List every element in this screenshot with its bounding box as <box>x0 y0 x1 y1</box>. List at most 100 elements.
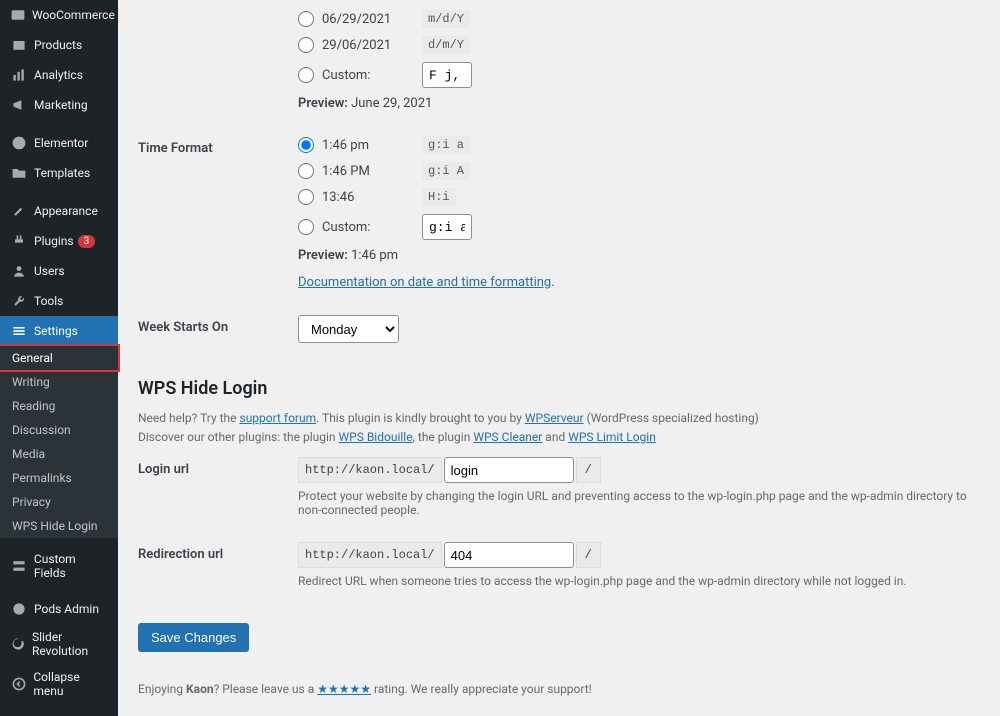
radio-label: 1:46 pm <box>322 138 422 153</box>
sidebar-item-collapse[interactable]: Collapse menu <box>0 664 118 704</box>
sidebar-item-label: Products <box>34 38 82 52</box>
submenu-writing[interactable]: Writing <box>0 370 118 394</box>
radio-label: 1:46 PM <box>322 164 422 179</box>
sidebar-item-label: Collapse menu <box>33 670 110 698</box>
time-format-custom[interactable]: Custom: <box>298 214 970 240</box>
date-format-option[interactable]: 29/06/2021d/m/Y <box>298 36 970 54</box>
support-forum-link[interactable]: support forum <box>240 411 317 425</box>
radio-label: 06/29/2021 <box>322 12 422 27</box>
sidebar-item-slider-revolution[interactable]: Slider Revolution <box>0 624 118 664</box>
login-url-suffix: / <box>576 457 601 483</box>
submenu-reading[interactable]: Reading <box>0 394 118 418</box>
main-content: 06/29/2021m/d/Y 29/06/2021d/m/Y Custom: … <box>118 0 1000 716</box>
custom-time-input[interactable] <box>422 214 472 240</box>
radio-label: 13:46 <box>322 190 422 205</box>
radio-input[interactable] <box>298 37 314 53</box>
radio-label: Custom: <box>322 68 422 83</box>
box-icon <box>10 36 28 54</box>
sidebar-item-label: Custom Fields <box>34 552 110 580</box>
sidebar-item-plugins[interactable]: Plugins3 <box>0 226 118 256</box>
week-starts-heading: Week Starts On <box>138 305 298 358</box>
sidebar-item-label: Elementor <box>34 136 88 150</box>
time-format-option[interactable]: 1:46 PMg:i A <box>298 162 970 180</box>
user-icon <box>10 262 28 280</box>
redirect-url-helper: Redirect URL when someone tries to acces… <box>298 574 970 588</box>
redirect-url-input[interactable] <box>444 542 574 568</box>
sidebar-item-users[interactable]: Users <box>0 256 118 286</box>
sidebar-item-marketing[interactable]: Marketing <box>0 90 118 120</box>
sidebar-item-label: WooCommerce <box>32 8 115 22</box>
radio-input[interactable] <box>298 219 314 235</box>
time-format-option[interactable]: 1:46 pmg:i a <box>298 136 970 154</box>
sidebar-item-label: Analytics <box>34 68 83 82</box>
radio-input[interactable] <box>298 163 314 179</box>
redirect-url-suffix: / <box>576 542 601 568</box>
sidebar-item-products[interactable]: Products <box>0 30 118 60</box>
sidebar-item-label: Users <box>34 264 65 278</box>
radio-input[interactable] <box>298 137 314 153</box>
wps-help-text: Need help? Try the support forum. This p… <box>138 409 980 447</box>
refresh-icon <box>10 635 26 653</box>
radio-input[interactable] <box>298 11 314 27</box>
plugins-badge: 3 <box>78 235 96 248</box>
sidebar-item-templates[interactable]: Templates <box>0 158 118 188</box>
submenu-privacy[interactable]: Privacy <box>0 490 118 514</box>
megaphone-icon <box>10 96 28 114</box>
redirect-url-prefix: http://kaon.local/ <box>298 542 442 568</box>
doc-link[interactable]: Documentation on date and time formattin… <box>298 275 551 290</box>
date-format-custom[interactable]: Custom: <box>298 62 970 88</box>
sidebar-item-label: Tools <box>34 294 63 308</box>
sidebar-item-settings[interactable]: Settings <box>0 316 118 346</box>
sidebar-item-custom-fields[interactable]: Custom Fields <box>0 546 118 586</box>
sidebar-item-woocommerce[interactable]: WooCommerce <box>0 0 118 30</box>
wrench-icon <box>10 292 28 310</box>
submenu-permalinks[interactable]: Permalinks <box>0 466 118 490</box>
login-url-input[interactable] <box>444 457 574 483</box>
radio-label: Custom: <box>322 220 422 235</box>
sidebar-item-label: Marketing <box>34 98 88 112</box>
sidebar-item-label: Templates <box>34 166 90 180</box>
plug-icon <box>10 232 28 250</box>
sidebar-item-tools[interactable]: Tools <box>0 286 118 316</box>
folder-icon <box>10 164 28 182</box>
save-changes-button[interactable]: Save Changes <box>138 623 249 652</box>
time-format-option[interactable]: 13:46H:i <box>298 188 970 206</box>
redirect-url-label: Redirection url <box>138 532 298 603</box>
sidebar-item-label: Settings <box>34 324 78 338</box>
wps-cleaner-link[interactable]: WPS Cleaner <box>473 430 542 444</box>
chart-icon <box>10 66 28 84</box>
wps-bidouille-link[interactable]: WPS Bidouille <box>339 430 413 444</box>
footer-rating: Enjoying Kaon? Please leave us a ★★★★★ r… <box>138 682 980 696</box>
wps-section-heading: WPS Hide Login <box>138 378 980 399</box>
radio-label: 29/06/2021 <box>322 38 422 53</box>
woo-icon <box>10 6 26 24</box>
brush-icon <box>10 202 28 220</box>
elementor-icon <box>10 134 28 152</box>
sidebar-item-appearance[interactable]: Appearance <box>0 196 118 226</box>
week-starts-select[interactable]: Monday <box>298 315 399 343</box>
format-code: H:i <box>422 188 456 206</box>
fields-icon <box>10 557 28 575</box>
sidebar-item-elementor[interactable]: Elementor <box>0 128 118 158</box>
radio-input[interactable] <box>298 189 314 205</box>
format-code: d/m/Y <box>422 36 470 54</box>
time-preview: Preview: 1:46 pm <box>298 248 970 263</box>
submenu-general[interactable]: General <box>0 344 120 372</box>
submenu-wps-hide-login[interactable]: WPS Hide Login <box>0 514 118 538</box>
sidebar-item-analytics[interactable]: Analytics <box>0 60 118 90</box>
sidebar-item-pods-admin[interactable]: Pods Admin <box>0 594 118 624</box>
submenu-discussion[interactable]: Discussion <box>0 418 118 442</box>
wps-limit-login-link[interactable]: WPS Limit Login <box>568 430 656 444</box>
radio-input[interactable] <box>298 67 314 83</box>
custom-date-input[interactable] <box>422 62 472 88</box>
login-url-helper: Protect your website by changing the log… <box>298 489 970 517</box>
date-format-option[interactable]: 06/29/2021m/d/Y <box>298 10 970 28</box>
submenu-media[interactable]: Media <box>0 442 118 466</box>
rating-link[interactable]: ★★★★★ <box>317 682 371 696</box>
sidebar-item-label: Appearance <box>34 204 98 218</box>
sidebar-item-label: Slider Revolution <box>32 630 110 658</box>
pods-icon <box>10 600 28 618</box>
format-code: m/d/Y <box>422 10 470 28</box>
login-url-prefix: http://kaon.local/ <box>298 457 442 483</box>
wpserveur-link[interactable]: WPServeur <box>525 411 584 425</box>
